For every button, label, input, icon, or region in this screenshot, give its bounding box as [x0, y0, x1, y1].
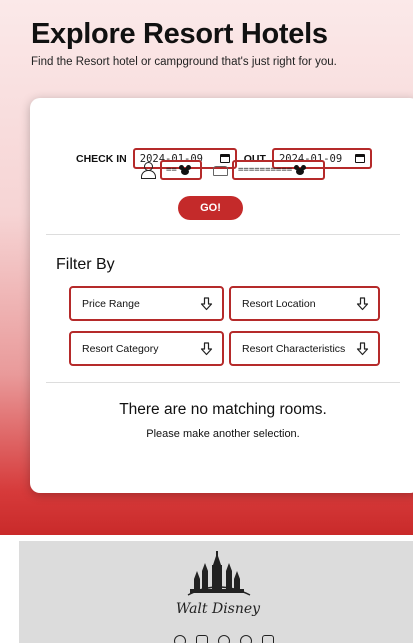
- arrow-down-icon: [356, 296, 369, 311]
- svg-text:Walt Disney: Walt Disney: [176, 601, 261, 617]
- footer: Walt Disney: [19, 541, 413, 643]
- room-icon: [212, 164, 228, 176]
- divider: [46, 382, 400, 383]
- filter-label: Resort Characteristics: [242, 342, 346, 355]
- empty-results-title: There are no matching rooms.: [119, 401, 327, 418]
- empty-results-subtitle: Please make another selection.: [146, 428, 300, 440]
- search-card: CHECK IN 2024-01-09 OUT 2024-01-09 == ==…: [30, 98, 413, 493]
- arrow-down-icon: [356, 341, 369, 356]
- filter-resort-category-button[interactable]: Resort Category: [69, 331, 224, 366]
- page-subtitle: Find the Resort hotel or campground that…: [31, 56, 337, 68]
- guests-value: ==: [166, 165, 177, 175]
- page-title: Explore Resort Hotels: [31, 18, 328, 50]
- room-value: ==========: [238, 165, 293, 175]
- filter-label: Resort Location: [242, 297, 316, 310]
- filter-by-title: Filter By: [56, 256, 115, 273]
- guests-select[interactable]: ==: [160, 160, 202, 180]
- twitter-icon[interactable]: [218, 635, 230, 643]
- social-icons: [174, 635, 274, 643]
- arrow-down-icon: [200, 296, 213, 311]
- divider: [46, 234, 400, 235]
- go-button[interactable]: GO!: [178, 196, 243, 220]
- room-select[interactable]: ==========: [232, 160, 325, 180]
- person-icon: [140, 162, 156, 179]
- calendar-icon[interactable]: [354, 154, 365, 163]
- arrow-down-icon: [200, 341, 213, 356]
- filter-resort-location-button[interactable]: Resort Location: [229, 286, 380, 321]
- instagram-icon[interactable]: [196, 635, 208, 643]
- walt-disney-logo[interactable]: Walt Disney: [168, 549, 268, 621]
- filter-price-range-button[interactable]: Price Range: [69, 286, 224, 321]
- filter-label: Resort Category: [82, 342, 159, 355]
- facebook-icon[interactable]: [174, 635, 186, 643]
- mickey-icon: [294, 165, 307, 175]
- guest-room-row: == ==========: [140, 160, 325, 180]
- pinterest-icon[interactable]: [240, 635, 252, 643]
- filter-label: Price Range: [82, 297, 140, 310]
- check-in-label: CHECK IN: [76, 152, 127, 165]
- youtube-icon[interactable]: [262, 635, 274, 643]
- filter-resort-characteristics-button[interactable]: Resort Characteristics: [229, 331, 380, 366]
- mickey-icon: [178, 165, 191, 175]
